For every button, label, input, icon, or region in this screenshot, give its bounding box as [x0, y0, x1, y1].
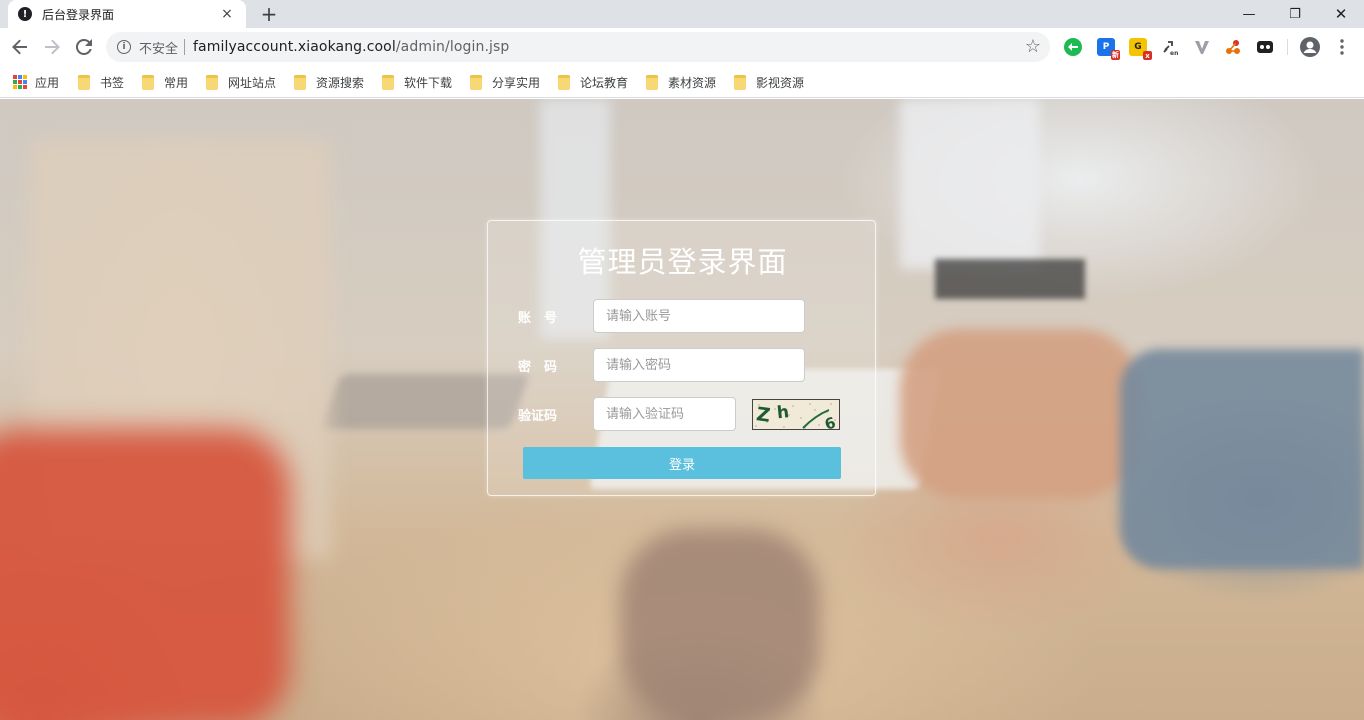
svg-text:6: 6 [822, 413, 837, 430]
bookmark-folder[interactable]: 软件下载 [382, 72, 452, 92]
folder-icon [206, 74, 218, 90]
blurred-sleeve [1120, 349, 1364, 569]
bookmark-label: 网址站点 [228, 75, 277, 90]
reload-button[interactable] [70, 33, 98, 61]
tab-strip: ! 后台登录界面 × + — ❐ ✕ [0, 0, 1364, 28]
login-title: 管理员登录界面 [577, 245, 788, 279]
folder-icon [142, 74, 154, 90]
close-tab-icon[interactable]: × [218, 5, 236, 23]
info-icon[interactable]: i [117, 40, 131, 54]
p-extension-icon[interactable]: P 新 [1097, 38, 1120, 60]
password-label: 密 码 [518, 360, 558, 375]
svg-text:Z: Z [755, 403, 772, 427]
folder-icon [470, 74, 482, 90]
bookmark-label: 分享实用 [492, 75, 541, 90]
account-label: 账 号 [518, 311, 558, 326]
bookmark-label: 常用 [164, 75, 189, 90]
back-arrow-icon [12, 39, 27, 55]
bookmark-label: 应用 [35, 75, 60, 90]
address-bar[interactable]: i 不安全 familyaccount.xiaokang.cool /admin… [106, 32, 1050, 62]
bookmark-folder[interactable]: 网址站点 [206, 72, 276, 92]
network-extension-icon[interactable] [1224, 38, 1242, 56]
folder-icon [558, 74, 570, 90]
folder-icon [734, 74, 746, 90]
mask-extension-icon[interactable] [1256, 38, 1274, 56]
folder-icon [78, 74, 90, 90]
close-badge-icon: x [1143, 51, 1152, 60]
browser-toolbar: i 不安全 familyaccount.xiaokang.cool /admin… [0, 28, 1364, 66]
bookmark-label: 论坛教育 [580, 75, 629, 90]
restore-button[interactable]: ❐ [1272, 0, 1318, 28]
bookmark-star-icon[interactable]: ☆ [1025, 37, 1041, 57]
security-label: 不安全 [139, 41, 179, 57]
blurred-hand [900, 329, 1140, 499]
browser-tab[interactable]: ! 后台登录界面 × [8, 0, 246, 28]
more-vertical-icon [1340, 39, 1344, 55]
g-extension-icon[interactable]: G x [1129, 38, 1152, 60]
bookmark-folder[interactable]: 影视资源 [734, 72, 804, 92]
blurred-keyboard-dark [935, 259, 1085, 299]
profile-avatar-icon[interactable] [1300, 37, 1320, 57]
folder-icon [382, 74, 394, 90]
link-icon: en [1163, 41, 1178, 56]
toolbar-divider [1287, 39, 1288, 55]
account-input[interactable] [593, 299, 805, 333]
bookmark-label: 资源搜索 [316, 75, 365, 90]
new-tab-button[interactable]: + [258, 2, 280, 26]
folder-icon [646, 74, 658, 90]
arrow-left-icon [1068, 43, 1078, 51]
close-window-button[interactable]: ✕ [1318, 0, 1364, 28]
captcha-image[interactable]: Z h 6 [752, 399, 840, 430]
url-path: /admin/login.jsp [395, 39, 510, 55]
account-icon [1300, 37, 1320, 57]
bookmark-label: 素材资源 [668, 75, 717, 90]
svg-text:en: en [1170, 50, 1178, 56]
bookmark-label: 影视资源 [756, 75, 805, 90]
site-favicon-icon: ! [18, 7, 32, 21]
bookmark-folder[interactable]: 论坛教育 [558, 72, 628, 92]
bookmark-apps[interactable]: 应用 [13, 72, 59, 92]
bookmark-label: 书签 [100, 75, 125, 90]
blurred-lower-hand [620, 529, 820, 720]
back-button[interactable] [6, 33, 34, 61]
bookmark-label: 软件下载 [404, 75, 453, 90]
blurred-red-object [0, 429, 290, 720]
blurred-monitor [900, 99, 1040, 269]
captcha-noise-icon: Z h 6 [755, 402, 838, 430]
green-circle-extension-icon[interactable] [1064, 38, 1082, 56]
captcha-input[interactable] [593, 397, 736, 431]
mask-icon [1257, 41, 1273, 53]
login-panel: 管理员登录界面 账 号 密 码 验证码 Z h 6 登录 [487, 220, 876, 496]
bookmark-folder[interactable]: 分享实用 [470, 72, 540, 92]
captcha-label: 验证码 [518, 409, 558, 424]
reload-icon [76, 39, 92, 55]
url-host: familyaccount.xiaokang.cool [193, 39, 396, 55]
url-divider [184, 39, 186, 55]
bookmarks-bar: 应用 书签 常用 网址站点 资源搜索 软件下载 分享实用 论坛教育 素材资源 影… [0, 66, 1364, 98]
forward-button[interactable] [38, 33, 66, 61]
bookmark-folder[interactable]: 常用 [142, 72, 188, 92]
minimize-button[interactable]: — [1226, 0, 1272, 28]
v-shape-icon [1195, 41, 1209, 54]
tab-title: 后台登录界面 [42, 7, 115, 22]
v-extension-icon[interactable] [1193, 38, 1211, 56]
forward-arrow-icon [45, 39, 60, 55]
svg-text:h: h [776, 402, 790, 423]
apps-grid-icon [13, 75, 27, 89]
link-extension-icon[interactable]: en [1161, 38, 1179, 56]
login-button[interactable]: 登录 [523, 447, 841, 479]
folder-icon [294, 74, 306, 90]
bookmark-folder[interactable]: 书签 [78, 72, 124, 92]
browser-menu-button[interactable] [1333, 38, 1351, 56]
bookmark-folder[interactable]: 资源搜索 [294, 72, 364, 92]
network-icon [1226, 40, 1240, 54]
bookmark-folder[interactable]: 素材资源 [646, 72, 716, 92]
password-input[interactable] [593, 348, 805, 382]
new-badge-icon: 新 [1111, 50, 1120, 60]
page-background: 管理员登录界面 账 号 密 码 验证码 Z h 6 登录 [0, 99, 1364, 720]
